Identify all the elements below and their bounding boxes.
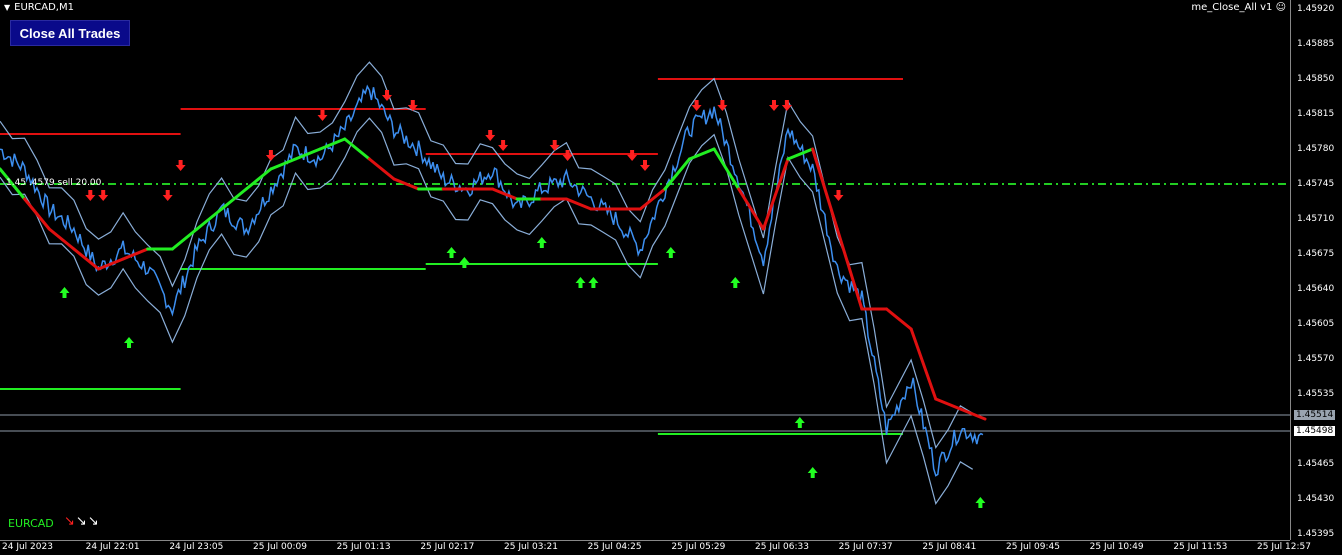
smiley-icon: ☺	[1275, 2, 1286, 13]
time-axis[interactable]: 24 Jul 2023 24 Jul 22:01 24 Jul 23:05 25 Ju…	[0, 540, 1311, 555]
buy-arrow-icon	[975, 497, 986, 508]
sell-arrow-icon	[317, 110, 328, 121]
sell-arrow-icon	[627, 150, 638, 161]
moving-average-segment	[885, 307, 913, 331]
sell-arrow-icon	[640, 160, 650, 171]
price-tick-label: 1.45640	[1297, 284, 1335, 294]
symbol-title: ▼ EURCAD,M1	[4, 2, 74, 13]
buy-arrow-icon	[730, 277, 741, 288]
sell-arrow-icon	[717, 100, 728, 111]
price-axis[interactable]: 1.45920 1.45885 1.45850 1.45815 1.45780 1.457…	[1290, 0, 1342, 540]
sell-arrow-icon	[265, 150, 276, 161]
time-tick-label: 25 Jul 09:45	[1006, 542, 1060, 552]
moving-average-segment	[170, 227, 199, 251]
buy-arrow-icon	[807, 467, 818, 478]
current-price-tag: 1.45498	[1294, 426, 1336, 436]
time-tick-label: 25 Jul 02:17	[420, 542, 475, 552]
menu-triangle-icon[interactable]: ▼	[4, 3, 10, 12]
moving-average-segment	[23, 197, 51, 231]
trend-arrow-icon: ↘	[64, 514, 76, 529]
time-tick-label: 25 Jul 10:49	[1089, 542, 1144, 552]
trend-arrows-indicator: ↘↘↘	[64, 514, 100, 529]
moving-average-segment	[835, 227, 864, 311]
buy-arrow-icon	[59, 287, 70, 298]
time-tick-label: 25 Jul 06:33	[755, 542, 809, 552]
moving-average-segment	[491, 187, 519, 201]
buy-arrow-icon	[794, 417, 805, 428]
buy-arrow-icon	[459, 257, 470, 268]
expert-advisor-name: me_Close_All v1	[1191, 2, 1273, 13]
sell-arrow-icon	[498, 140, 509, 151]
price-tick-label: 1.45465	[1297, 459, 1335, 469]
time-tick-label: 25 Jul 08:41	[922, 542, 977, 552]
sell-arrow-icon	[485, 130, 496, 141]
current-price-tag: 1.45514	[1294, 410, 1336, 420]
moving-average-segment	[47, 227, 76, 251]
time-tick-label: 25 Jul 01:13	[336, 542, 391, 552]
sell-arrow-icon	[98, 190, 109, 201]
buy-arrow-icon	[665, 247, 676, 258]
time-tick-label: 25 Jul 07:37	[838, 542, 893, 552]
price-tick-label: 1.45885	[1297, 39, 1335, 49]
sell-arrow-icon	[175, 160, 186, 171]
moving-average-segment	[367, 157, 396, 181]
sell-arrow-icon	[781, 100, 792, 111]
price-tick-label: 1.45745	[1297, 179, 1335, 189]
symbol-title-text: EURCAD,M1	[14, 2, 74, 13]
sell-arrow-icon	[769, 100, 779, 111]
moving-average-segment	[220, 187, 248, 211]
chart-window[interactable]: ▼ EURCAD,M1 Close All Trades me_Close_All…	[0, 0, 1342, 554]
moving-average-segment	[934, 397, 962, 411]
price-series-line	[0, 84, 984, 477]
moving-average-segment	[269, 157, 297, 171]
time-tick-label: 25 Jul 00:09	[253, 542, 307, 552]
sell-arrow-icon	[833, 190, 844, 201]
price-tick-label: 1.45395	[1297, 529, 1335, 539]
trade-order-label[interactable]: 1.45 .4579 sell 20.00	[6, 178, 101, 188]
sell-arrow-icon	[162, 190, 173, 201]
price-tick-label: 1.45780	[1297, 144, 1335, 154]
moving-average-segment	[958, 407, 987, 421]
buy-arrow-icon	[446, 247, 457, 258]
time-tick-label: 25 Jul 03:21	[504, 542, 558, 552]
time-tick-label: 25 Jul 11:53	[1173, 542, 1228, 552]
time-tick-label: 24 Jul 23:05	[169, 542, 224, 552]
price-tick-label: 1.45675	[1297, 249, 1335, 259]
time-tick-label: 25 Jul 05:29	[671, 542, 726, 552]
moving-average-segment	[688, 147, 716, 161]
price-chart[interactable]	[0, 0, 1290, 540]
trend-arrow-icon: ↘	[87, 514, 100, 529]
sell-arrow-icon	[549, 140, 560, 151]
buy-arrow-icon	[575, 277, 586, 288]
time-tick-label: 25 Jul 04:25	[587, 542, 642, 552]
time-tick-label: 24 Jul 2023	[2, 542, 53, 552]
sell-arrow-icon	[85, 190, 96, 201]
price-tick-label: 1.45605	[1297, 319, 1335, 329]
price-tick-label: 1.45535	[1297, 389, 1335, 399]
time-tick-label: 25 Jul 12:57	[1257, 542, 1311, 552]
footer-symbol-name: EURCAD	[8, 517, 54, 530]
lower-band-line	[0, 117, 974, 506]
expert-advisor-label[interactable]: me_Close_All v1 ☺	[1191, 2, 1286, 13]
price-tick-label: 1.45430	[1297, 494, 1335, 504]
price-tick-label: 1.45815	[1297, 109, 1335, 119]
buy-arrow-icon	[536, 237, 547, 248]
close-all-trades-button[interactable]: Close All Trades	[10, 20, 130, 46]
price-tick-label: 1.45570	[1297, 354, 1335, 364]
price-tick-label: 1.45850	[1297, 74, 1335, 84]
buy-arrow-icon	[124, 337, 134, 348]
time-tick-label: 24 Jul 22:01	[85, 542, 140, 552]
price-tick-label: 1.45920	[1297, 4, 1335, 14]
trend-arrow-icon: ↘	[75, 514, 88, 529]
price-tick-label: 1.45710	[1297, 214, 1335, 224]
buy-arrow-icon	[588, 277, 599, 288]
